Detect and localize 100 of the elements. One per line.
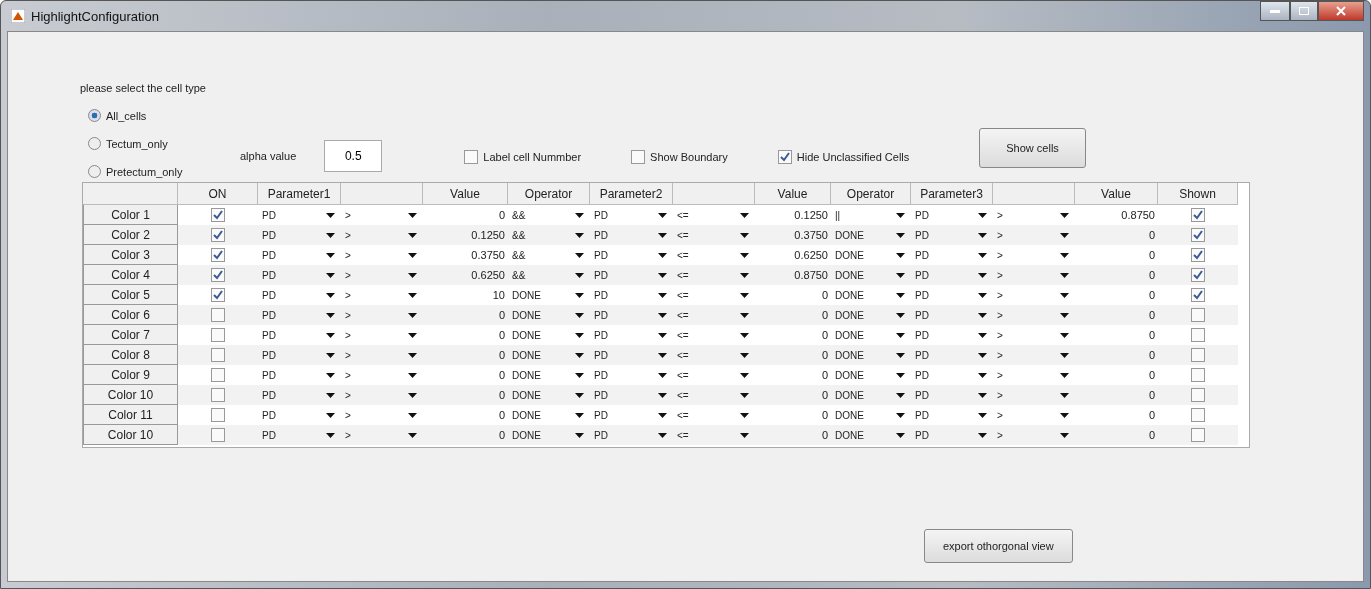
dropdown-cell[interactable]: PD bbox=[590, 265, 673, 285]
dropdown-cell[interactable]: PD bbox=[911, 265, 993, 285]
dropdown-cell[interactable]: PD bbox=[911, 305, 993, 325]
dropdown-cell[interactable]: PD bbox=[911, 225, 993, 245]
dropdown-cell[interactable]: && bbox=[508, 265, 590, 285]
row-header: Color 10 bbox=[83, 385, 178, 405]
dropdown-cell[interactable]: PD bbox=[911, 425, 993, 445]
caret-icon bbox=[575, 292, 584, 298]
close-button[interactable] bbox=[1318, 1, 1364, 21]
dropdown-cell[interactable]: > bbox=[341, 305, 423, 325]
dropdown-cell[interactable]: PD bbox=[258, 345, 341, 365]
checkbox[interactable] bbox=[1191, 248, 1205, 262]
caret-icon bbox=[978, 392, 987, 398]
checkbox[interactable] bbox=[631, 150, 646, 164]
row-header: Color 10 bbox=[83, 425, 178, 445]
dropdown-cell[interactable]: DONE bbox=[831, 385, 911, 405]
checkbox[interactable] bbox=[211, 268, 225, 282]
column-header: ON bbox=[178, 183, 258, 205]
dropdown-cell[interactable]: > bbox=[993, 385, 1075, 405]
dropdown-cell[interactable]: > bbox=[993, 305, 1075, 325]
row-header: Color 7 bbox=[83, 325, 178, 345]
checkbox[interactable] bbox=[1191, 348, 1205, 362]
checkbox[interactable] bbox=[211, 348, 225, 362]
caret-icon bbox=[575, 232, 584, 238]
radio-button[interactable] bbox=[88, 137, 101, 150]
checkbox[interactable] bbox=[1191, 408, 1205, 422]
dropdown-cell[interactable]: DONE bbox=[831, 225, 911, 245]
minimize-button[interactable] bbox=[1260, 1, 1290, 21]
checkbox[interactable] bbox=[211, 368, 225, 382]
dropdown-cell[interactable]: PD bbox=[911, 345, 993, 365]
caret-icon bbox=[575, 392, 584, 398]
dropdown-cell[interactable]: DONE bbox=[508, 345, 590, 365]
dropdown-cell[interactable]: PD bbox=[590, 305, 673, 325]
dropdown-cell[interactable]: > bbox=[993, 265, 1075, 285]
dropdown-cell[interactable]: <= bbox=[673, 305, 755, 325]
table-cell: 0 bbox=[1075, 265, 1158, 285]
dropdown-cell[interactable]: <= bbox=[673, 225, 755, 245]
dropdown-cell[interactable]: PD bbox=[258, 265, 341, 285]
checkbox[interactable] bbox=[1191, 208, 1205, 222]
dropdown-cell[interactable]: PD bbox=[911, 385, 993, 405]
checkbox[interactable] bbox=[777, 150, 792, 164]
dropdown-cell[interactable]: PD bbox=[590, 225, 673, 245]
caret-icon bbox=[408, 212, 417, 218]
dropdown-cell[interactable]: && bbox=[508, 225, 590, 245]
dropdown-cell[interactable]: PD bbox=[590, 425, 673, 445]
checkbox[interactable] bbox=[1191, 268, 1205, 282]
dropdown-cell[interactable]: PD bbox=[258, 385, 341, 405]
radio-button[interactable] bbox=[88, 165, 101, 178]
checkbox[interactable] bbox=[1191, 388, 1205, 402]
alpha-input-field[interactable]: 0.5 bbox=[324, 140, 383, 172]
dropdown-cell[interactable]: PD bbox=[258, 225, 341, 245]
dropdown-cell[interactable]: <= bbox=[673, 385, 755, 405]
export-button[interactable]: export othorgonal view bbox=[924, 529, 1073, 563]
dropdown-cell[interactable]: DONE bbox=[831, 305, 911, 325]
checkbox[interactable] bbox=[211, 308, 225, 322]
checkbox[interactable] bbox=[211, 248, 225, 262]
checkbox[interactable] bbox=[211, 428, 225, 442]
dropdown-cell[interactable]: <= bbox=[673, 345, 755, 365]
checkbox[interactable] bbox=[1191, 308, 1205, 322]
dropdown-cell[interactable]: DONE bbox=[831, 265, 911, 285]
checkbox[interactable] bbox=[211, 328, 225, 342]
checkbox[interactable] bbox=[211, 228, 225, 242]
dropdown-cell[interactable]: PD bbox=[258, 425, 341, 445]
dropdown-cell[interactable]: DONE bbox=[508, 305, 590, 325]
dropdown-cell[interactable]: > bbox=[993, 225, 1075, 245]
dropdown-cell[interactable]: PD bbox=[590, 345, 673, 365]
dropdown-cell[interactable]: <= bbox=[673, 425, 755, 445]
dropdown-cell[interactable]: DONE bbox=[831, 345, 911, 365]
checkbox[interactable] bbox=[1191, 328, 1205, 342]
dropdown-cell[interactable]: > bbox=[341, 385, 423, 405]
radio-button[interactable] bbox=[88, 109, 101, 122]
checkbox[interactable] bbox=[211, 288, 225, 302]
caret-icon bbox=[978, 212, 987, 218]
dropdown-cell[interactable]: > bbox=[341, 425, 423, 445]
checkbox[interactable] bbox=[211, 208, 225, 222]
checkbox[interactable] bbox=[1191, 228, 1205, 242]
dropdown-cell[interactable]: DONE bbox=[831, 425, 911, 445]
show-cells-button[interactable]: Show cells bbox=[979, 128, 1086, 168]
dropdown-cell[interactable]: DONE bbox=[508, 385, 590, 405]
caret-icon bbox=[326, 372, 335, 378]
checkbox[interactable] bbox=[1191, 428, 1205, 442]
dropdown-cell[interactable]: <= bbox=[673, 265, 755, 285]
dropdown-cell[interactable]: PD bbox=[590, 385, 673, 405]
caret-icon bbox=[408, 332, 417, 338]
maximize-button[interactable] bbox=[1290, 1, 1318, 21]
checkbox[interactable] bbox=[211, 388, 225, 402]
dropdown-cell[interactable]: > bbox=[341, 265, 423, 285]
checkbox[interactable] bbox=[1191, 368, 1205, 382]
dropdown-cell[interactable]: DONE bbox=[508, 425, 590, 445]
checkbox[interactable] bbox=[211, 408, 225, 422]
caret-icon bbox=[658, 272, 667, 278]
dropdown-cell[interactable]: > bbox=[993, 345, 1075, 365]
checkbox[interactable] bbox=[1191, 288, 1205, 302]
dropdown-cell[interactable]: > bbox=[993, 425, 1075, 445]
dropdown-cell[interactable]: PD bbox=[258, 305, 341, 325]
checkbox[interactable] bbox=[464, 150, 479, 164]
dropdown-cell[interactable]: > bbox=[341, 225, 423, 245]
caret-icon bbox=[1060, 312, 1069, 318]
caret-icon bbox=[408, 412, 417, 418]
dropdown-cell[interactable]: > bbox=[341, 345, 423, 365]
